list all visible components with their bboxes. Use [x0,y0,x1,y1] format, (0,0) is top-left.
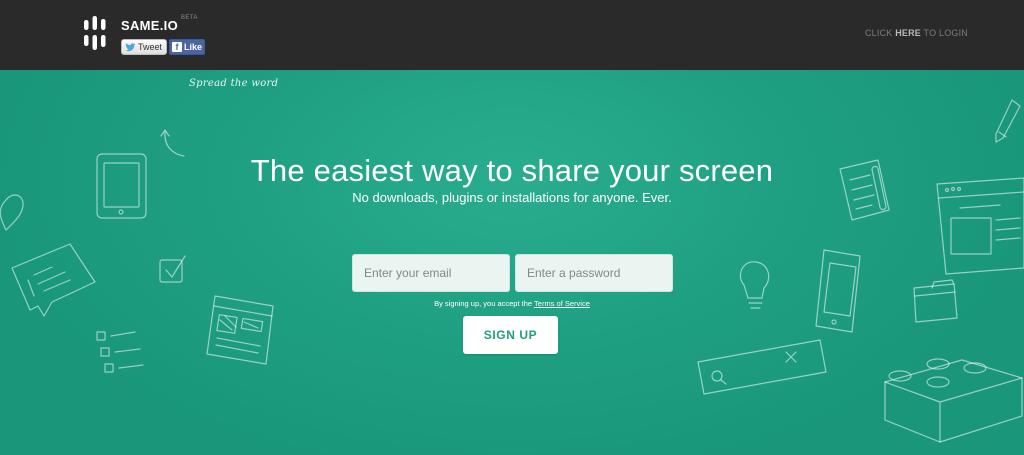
facebook-like-button[interactable]: f Like [169,39,205,55]
login-link[interactable]: CLICK HERE TO LOGIN [865,28,968,38]
same-io-logo-icon[interactable] [84,16,106,50]
password-input[interactable] [515,254,673,292]
background-doodles [0,99,1024,443]
sign-up-button[interactable]: SIGN UP [463,316,558,354]
twitter-bird-icon [125,42,136,51]
hero-section: Spread the word [0,70,1024,455]
brand-name[interactable]: SAME.IO [121,18,178,33]
facebook-f-icon: f [172,42,182,52]
hero-subline: No downloads, plugins or installations f… [352,190,672,205]
search-bar-doodle-icon [697,339,827,395]
top-bar: SAME.IO BETA Tweet f Like CLICK HERE TO … [0,0,1024,70]
tweet-button[interactable]: Tweet [121,39,167,55]
email-input[interactable] [352,254,510,292]
hero-headline: The easiest way to share your screen [250,153,774,188]
terms-of-service-link[interactable]: Terms of Service [534,299,590,308]
lego-brick-doodle-icon [884,358,1023,443]
terms-notice: By signing up, you accept the Terms of S… [434,299,590,308]
checkbox-doodle-icon [159,255,186,283]
tweet-label: Tweet [138,42,163,52]
beta-badge: BETA [181,15,198,21]
checklist-doodle-icon [96,331,144,373]
phone-doodle-icon [815,249,861,333]
pencil-doodle-icon [995,99,1021,143]
spread-the-word-note: Spread the word [189,78,279,89]
like-label: Like [184,42,203,52]
